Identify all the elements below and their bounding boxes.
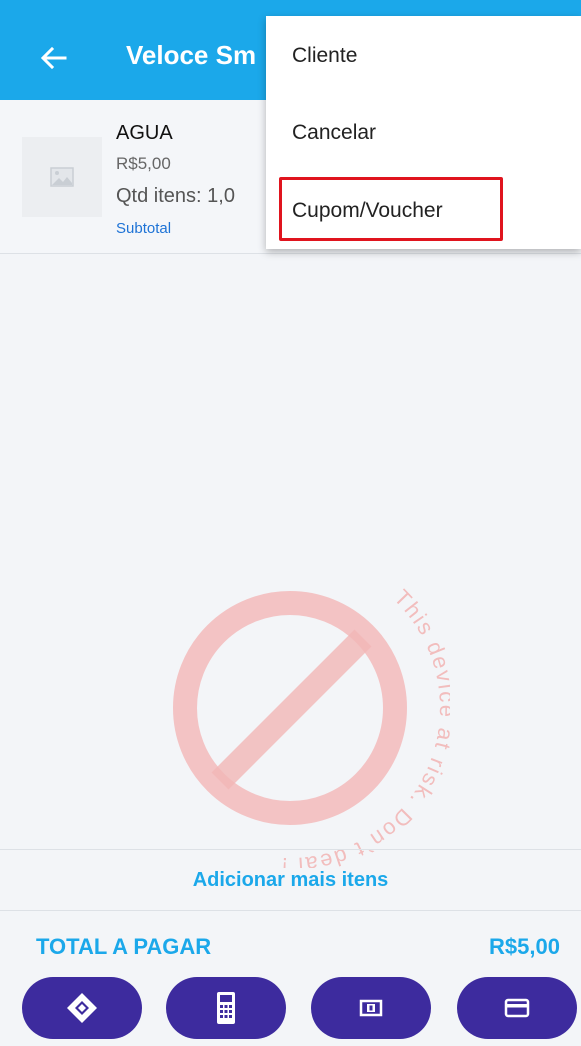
add-more-items-button[interactable]: Adicionar mais itens	[193, 869, 389, 892]
prohibited-icon: This device at risk. Don`t deal !	[173, 585, 458, 878]
pix-payment-button[interactable]	[22, 977, 142, 1039]
total-label: TOTAL A PAGAR	[36, 934, 212, 959]
pos-terminal-icon	[217, 992, 235, 1024]
cash-payment-button[interactable]	[311, 977, 431, 1039]
cash-icon	[359, 999, 383, 1017]
risk-watermark: This device at risk. Don`t deal !	[130, 548, 458, 878]
product-image	[22, 137, 102, 217]
svg-text:This device at risk. Don`t dea: This device at risk. Don`t deal !	[279, 585, 450, 868]
pos-payment-button[interactable]	[166, 977, 286, 1039]
subtotal-link[interactable]: Subtotal	[116, 220, 171, 237]
pix-icon	[67, 993, 97, 1023]
menu-item-cancelar[interactable]: Cancelar	[266, 98, 581, 168]
add-more-bar: Adicionar mais itens	[0, 849, 581, 911]
product-quantity: Qtd itens: 1,0	[116, 185, 235, 207]
menu-item-cliente[interactable]: Cliente	[266, 21, 581, 91]
total-value: R$5,00	[489, 934, 560, 959]
image-placeholder-icon	[50, 167, 74, 187]
product-name: AGUA	[116, 122, 173, 144]
watermark-text: This device at risk. Don`t deal !	[279, 585, 458, 878]
menu-item-cupom-voucher[interactable]: Cupom/Voucher	[266, 176, 581, 246]
arrow-left-icon	[41, 47, 67, 69]
overflow-menu: Cliente Cancelar Cupom/Voucher	[266, 16, 581, 249]
card-payment-button[interactable]	[457, 977, 577, 1039]
product-price: R$5,00	[116, 154, 171, 173]
credit-card-icon	[504, 998, 530, 1018]
app-title: Veloce Sm	[126, 40, 257, 70]
back-button[interactable]	[26, 30, 82, 86]
